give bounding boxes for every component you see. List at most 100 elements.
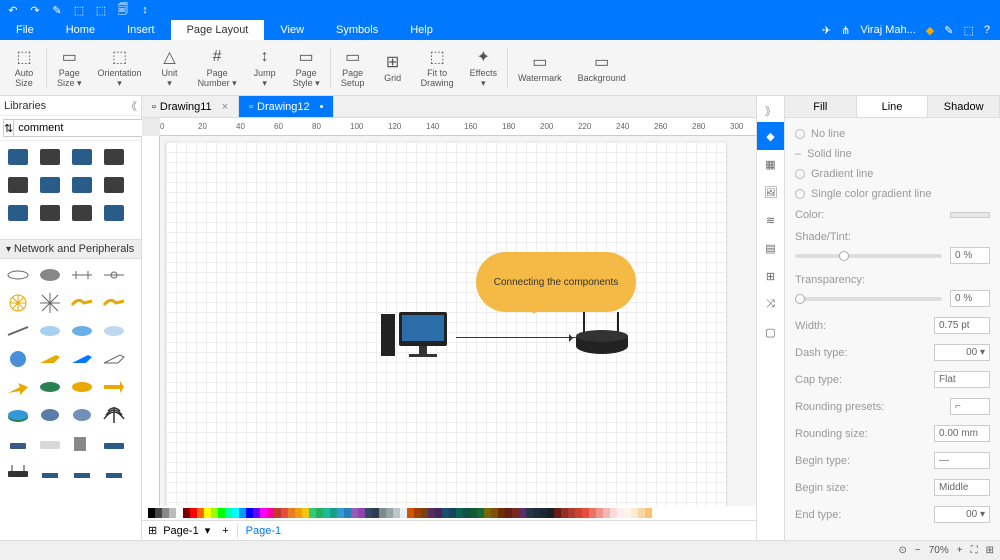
format-tab-line[interactable]: Line	[857, 96, 929, 117]
user-name[interactable]: Viraj Mah...	[860, 24, 915, 36]
library-shape[interactable]	[35, 144, 65, 170]
color-swatch[interactable]	[176, 508, 183, 518]
color-swatch[interactable]	[253, 508, 260, 518]
ribbon-jump[interactable]: ↕Jump ▾	[245, 45, 285, 91]
color-swatch[interactable]	[351, 508, 358, 518]
callout-shape[interactable]: Connecting the components	[476, 252, 636, 312]
qa-icon[interactable]: ⬚	[72, 3, 86, 17]
ribbon-watermark[interactable]: ▭Watermark	[510, 50, 570, 86]
library-shape[interactable]	[99, 290, 129, 316]
color-swatch[interactable]	[218, 508, 225, 518]
ribbon-page[interactable]: #Page Number ▾	[190, 45, 245, 91]
library-shape[interactable]	[3, 290, 33, 316]
library-shape[interactable]	[67, 430, 97, 456]
color-swatch[interactable]	[197, 508, 204, 518]
zoom-in-icon[interactable]: +	[957, 545, 963, 556]
tool-image[interactable]: 🖼	[757, 178, 785, 206]
rounding-presets[interactable]: ⌐	[950, 398, 990, 415]
zoom-level[interactable]: 70%	[929, 545, 949, 556]
tab-drawing12[interactable]: ▫Drawing12•	[239, 96, 334, 117]
transparency-slider[interactable]	[795, 297, 942, 301]
tab-drawing11[interactable]: ▫Drawing11×	[142, 96, 239, 117]
color-swatch[interactable]	[358, 508, 365, 518]
menu-insert[interactable]: Insert	[111, 20, 171, 40]
color-swatch[interactable]	[372, 508, 379, 518]
menu-symbols[interactable]: Symbols	[320, 20, 394, 40]
library-shape[interactable]	[35, 346, 65, 372]
filter-icon[interactable]: ⇅	[3, 119, 13, 137]
library-shape[interactable]	[67, 458, 97, 484]
menu-home[interactable]: Home	[50, 20, 111, 40]
library-shape[interactable]	[67, 290, 97, 316]
library-shape[interactable]	[67, 262, 97, 288]
share-icon[interactable]: ⋔	[841, 24, 850, 37]
library-shape[interactable]	[35, 200, 65, 226]
library-shape[interactable]	[67, 346, 97, 372]
library-shape[interactable]	[3, 262, 33, 288]
library-shape[interactable]	[67, 318, 97, 344]
color-swatch[interactable]	[239, 508, 246, 518]
pages-icon[interactable]: ⊞	[148, 524, 157, 537]
connector-line[interactable]	[456, 337, 576, 338]
library-shape[interactable]	[67, 402, 97, 428]
color-swatch[interactable]	[407, 508, 414, 518]
color-swatch[interactable]	[484, 508, 491, 518]
color-swatch[interactable]	[582, 508, 589, 518]
color-swatch[interactable]	[470, 508, 477, 518]
edit-icon[interactable]: ✎	[50, 3, 64, 17]
color-swatch[interactable]	[540, 508, 547, 518]
library-shape[interactable]	[67, 172, 97, 198]
collapse-icon[interactable]: 《	[126, 98, 137, 114]
add-page-icon[interactable]: +	[222, 525, 228, 537]
color-swatch[interactable]	[274, 508, 281, 518]
tool-shuffle[interactable]: ⤨	[757, 290, 785, 318]
computer-shape[interactable]	[381, 312, 453, 365]
library-shape[interactable]	[99, 172, 129, 198]
cap-select[interactable]: Flat	[934, 371, 990, 388]
ribbon-auto[interactable]: ⬚Auto Size	[4, 45, 44, 91]
format-tab-fill[interactable]: Fill	[785, 96, 857, 117]
color-swatch[interactable]	[400, 508, 407, 518]
color-swatch[interactable]	[421, 508, 428, 518]
begin-type-select[interactable]: —	[934, 452, 990, 469]
radio-single-gradient[interactable]: Single color gradient line	[795, 184, 990, 204]
color-swatch[interactable]	[393, 508, 400, 518]
tool-layers[interactable]: ≋	[757, 206, 785, 234]
library-shape[interactable]	[3, 346, 33, 372]
color-swatch[interactable]	[442, 508, 449, 518]
tool-page[interactable]: ▤	[757, 234, 785, 262]
menu-help[interactable]: Help	[394, 20, 449, 40]
library-shape[interactable]	[3, 374, 33, 400]
format-tab-shadow[interactable]: Shadow	[928, 96, 1000, 117]
color-swatch[interactable]	[246, 508, 253, 518]
color-swatch[interactable]	[491, 508, 498, 518]
radio-gradient-line[interactable]: Gradient line	[795, 164, 990, 184]
color-swatch[interactable]	[533, 508, 540, 518]
send-icon[interactable]: ✈	[822, 24, 831, 37]
ribbon-page[interactable]: ▭Page Style ▾	[285, 45, 328, 91]
color-swatch[interactable]	[547, 508, 554, 518]
library-shape[interactable]	[35, 402, 65, 428]
color-swatch[interactable]	[519, 508, 526, 518]
library-shape[interactable]	[99, 200, 129, 226]
library-shape[interactable]	[35, 262, 65, 288]
zoom-fit-icon[interactable]: ⊙	[899, 545, 907, 556]
page-selector[interactable]: Page-1	[163, 525, 198, 537]
color-swatch[interactable]	[568, 508, 575, 518]
library-shape[interactable]	[3, 458, 33, 484]
color-swatch[interactable]	[554, 508, 561, 518]
color-swatch[interactable]	[260, 508, 267, 518]
begin-size-select[interactable]: Middle	[934, 479, 990, 496]
color-swatch[interactable]	[498, 508, 505, 518]
ribbon-orientation[interactable]: ⬚Orientation ▾	[90, 45, 150, 91]
tool-icon[interactable]: ✎	[944, 24, 953, 37]
color-swatch[interactable]	[204, 508, 211, 518]
library-shape[interactable]	[35, 318, 65, 344]
library-shape[interactable]	[3, 402, 33, 428]
library-shape[interactable]	[35, 374, 65, 400]
library-shape[interactable]	[35, 458, 65, 484]
library-shape[interactable]	[99, 458, 129, 484]
color-swatch[interactable]	[950, 212, 990, 218]
expand-icon[interactable]: 》	[765, 100, 776, 122]
color-swatch[interactable]	[316, 508, 323, 518]
